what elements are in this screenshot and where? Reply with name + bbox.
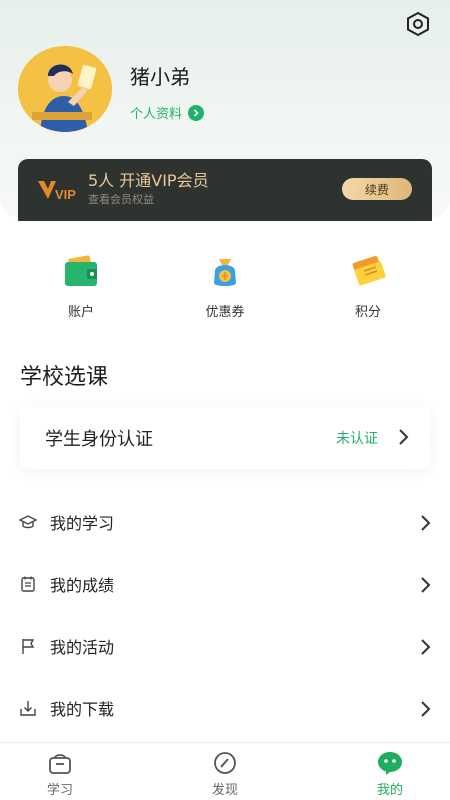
chevron-right-icon <box>418 636 432 662</box>
menu-item-label: 我的活动 <box>50 638 115 657</box>
menu-item-my-learning[interactable]: 我的学习 <box>0 492 450 552</box>
certification-status: 未认证 <box>336 431 378 447</box>
tab-label: 我的 <box>376 783 403 798</box>
profile-link-label: 个人资料 <box>130 107 183 122</box>
quick-action-account[interactable]: 账户 <box>31 249 131 320</box>
tab-discover[interactable]: 发现 <box>185 749 265 798</box>
menu-item-my-activities[interactable]: 我的活动 <box>0 616 450 676</box>
menu-item-label: 我的成绩 <box>50 576 115 595</box>
profile-link[interactable]: 个人资料 <box>130 103 205 122</box>
quick-action-label: 账户 <box>67 305 94 320</box>
chevron-right-icon <box>396 426 410 452</box>
study-bag-icon <box>46 749 74 777</box>
flag-icon <box>19 637 37 655</box>
profile-bubble-icon <box>376 749 404 777</box>
tab-label: 发现 <box>211 783 238 798</box>
calendar-icon <box>19 575 37 593</box>
tab-mine[interactable]: 我的 <box>350 749 430 798</box>
tab-study[interactable]: 学习 <box>20 749 100 798</box>
chevron-right-icon <box>418 512 432 538</box>
svg-text:VIP: VIP <box>55 187 76 202</box>
quick-action-label: 积分 <box>354 305 381 320</box>
download-icon <box>19 699 37 717</box>
chevron-right-icon <box>418 574 432 600</box>
vip-title: 5人 开通VIP会员 <box>88 171 209 190</box>
compass-icon <box>211 749 239 777</box>
points-ticket-icon <box>346 249 390 293</box>
certification-label: 学生身份认证 <box>45 429 153 450</box>
wallet-icon <box>59 249 103 293</box>
bottom-tab-bar: 学习 发现 我的 <box>0 742 450 800</box>
avatar[interactable] <box>18 46 112 132</box>
menu-item-label: 我的学习 <box>50 514 115 533</box>
vip-subtitle[interactable]: 查看会员权益 <box>88 191 154 207</box>
quick-action-coupon[interactable]: 优惠券 <box>175 249 275 320</box>
username: 猪小弟 <box>130 65 190 89</box>
chevron-right-icon <box>418 698 432 724</box>
chevron-right-circle-icon <box>188 104 205 121</box>
section-title: 学校选课 <box>20 365 109 390</box>
renew-button[interactable]: 续费 <box>342 178 412 200</box>
student-certification-row[interactable]: 学生身份认证 未认证 <box>20 407 430 469</box>
menu-item-my-downloads[interactable]: 我的下载 <box>0 678 450 738</box>
quick-action-points[interactable]: 积分 <box>318 249 418 320</box>
menu-item-my-grades[interactable]: 我的成绩 <box>0 554 450 614</box>
vip-card[interactable]: VIP 5人 开通VIP会员 查看会员权益 续费 <box>18 159 432 221</box>
coupon-bag-icon <box>203 249 247 293</box>
tab-label: 学习 <box>46 783 73 798</box>
vip-logo-icon: VIP <box>36 175 76 205</box>
settings-icon[interactable] <box>404 10 432 38</box>
quick-action-label: 优惠券 <box>205 305 245 320</box>
graduation-cap-icon <box>18 513 38 531</box>
menu-item-label: 我的下载 <box>50 700 115 719</box>
